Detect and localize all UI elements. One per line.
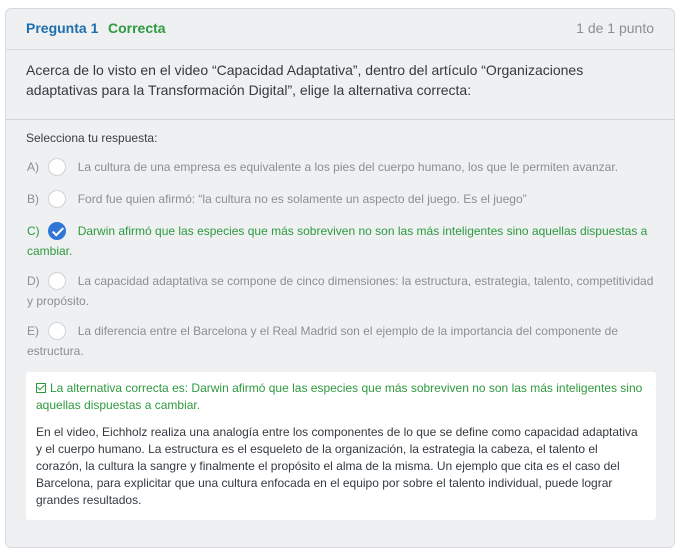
question-card: Pregunta 1 Correcta 1 de 1 punto Acerca …	[5, 8, 675, 548]
option-letter: E)	[27, 324, 39, 338]
radio-unchecked-icon[interactable]	[48, 190, 67, 208]
option-text: La diferencia entre el Barcelona y el Re…	[27, 324, 619, 358]
answer-option-d[interactable]: D) La capacidad adaptativa se compone de…	[27, 271, 657, 311]
option-text: La capacidad adaptativa se compone de ci…	[27, 274, 654, 308]
question-points: 1 de 1 punto	[576, 20, 654, 36]
feedback-explanation: En el video, Eichholz realiza una analog…	[36, 425, 638, 507]
divider	[6, 119, 674, 120]
radio-checked-icon[interactable]	[48, 222, 67, 240]
answer-option-a[interactable]: A) La cultura de una empresa es equivale…	[27, 157, 657, 177]
question-prompt: Acerca de lo visto en el video “Capacida…	[26, 62, 584, 98]
select-answer-label: Selecciona tu respuesta:	[26, 131, 158, 145]
question-number: Pregunta 1	[26, 20, 99, 36]
option-text: La cultura de una empresa es equivalente…	[77, 160, 619, 174]
feedback-title: La alternativa correcta es: Darwin afirm…	[36, 380, 646, 414]
feedback-box: La alternativa correcta es: Darwin afirm…	[26, 372, 656, 520]
radio-unchecked-icon[interactable]	[48, 322, 67, 340]
option-text: Darwin afirmó que las especies que más s…	[27, 224, 648, 258]
answer-option-e[interactable]: E) La diferencia entre el Barcelona y el…	[27, 321, 657, 361]
option-letter: B)	[27, 192, 39, 206]
radio-unchecked-icon[interactable]	[48, 158, 67, 176]
option-letter: A)	[27, 160, 39, 174]
option-letter: D)	[27, 274, 40, 288]
question-status: Correcta	[108, 20, 166, 36]
answer-option-b[interactable]: B) Ford fue quien afirmó: “la cultura no…	[27, 189, 657, 209]
answer-option-c[interactable]: C) Darwin afirmó que las especies que má…	[27, 221, 657, 261]
radio-unchecked-icon[interactable]	[48, 272, 67, 290]
feedback-title-text: La alternativa correcta es: Darwin afirm…	[36, 381, 643, 412]
option-text: Ford fue quien afirmó: “la cultura no es…	[77, 192, 527, 206]
option-letter: C)	[27, 224, 40, 238]
check-square-icon	[36, 383, 46, 393]
question-header: Pregunta 1 Correcta 1 de 1 punto	[6, 9, 674, 50]
